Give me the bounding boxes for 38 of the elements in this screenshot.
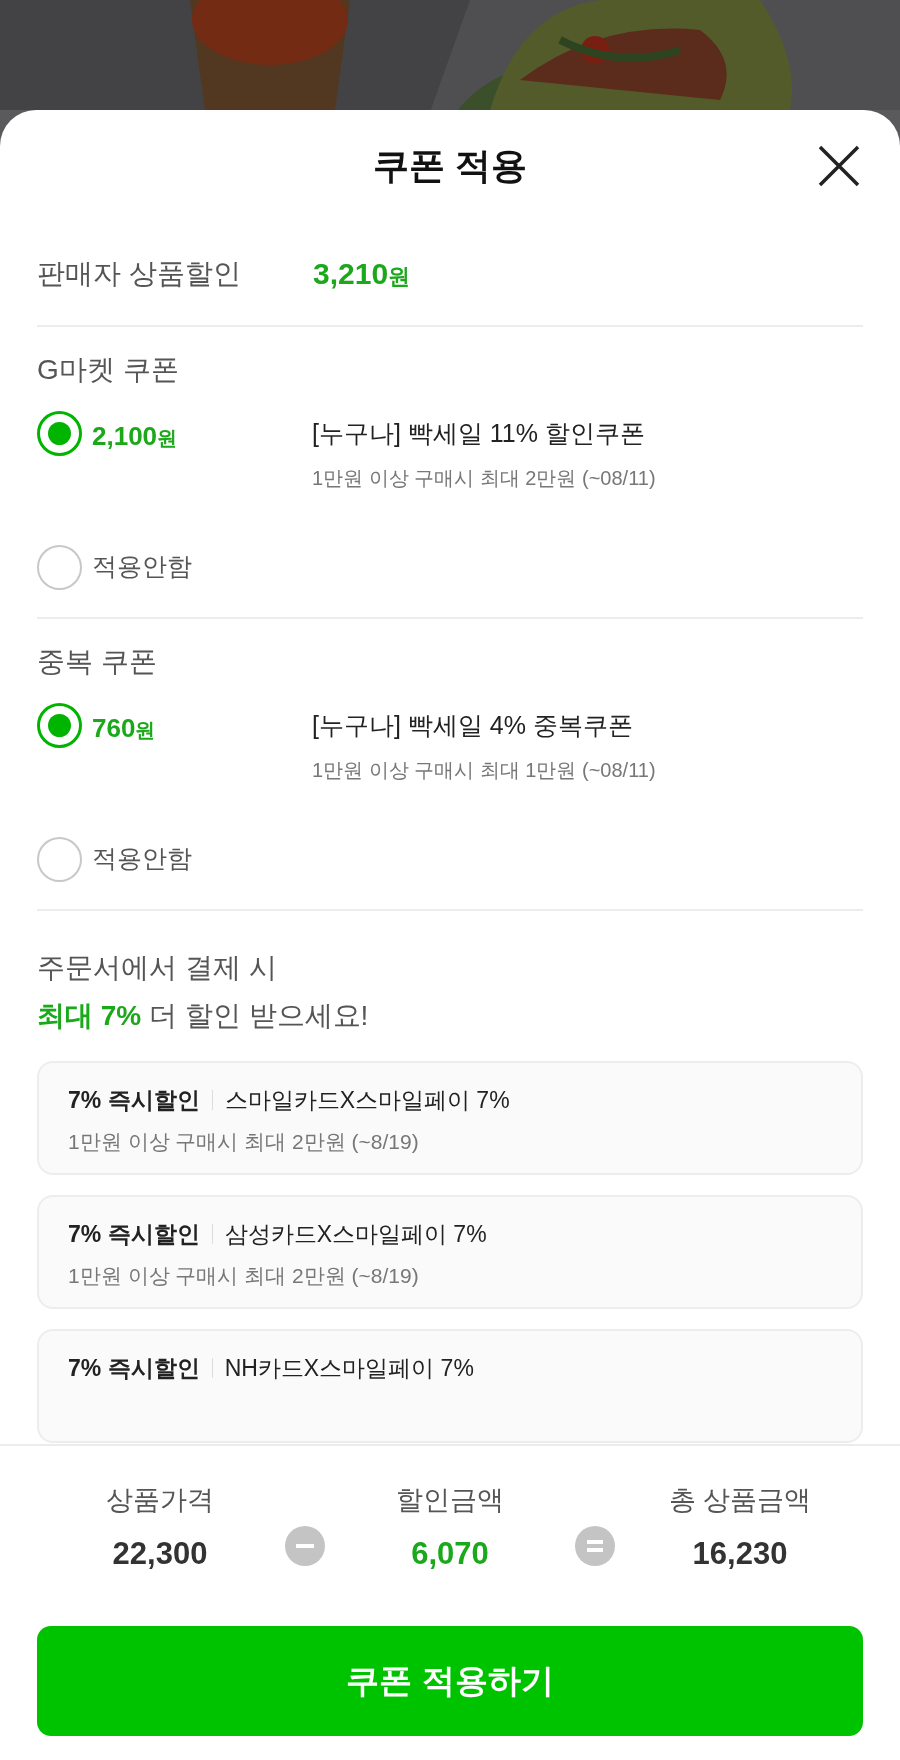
radio-button[interactable] (37, 544, 82, 590)
offer-name: 삼성카드X스마일페이 7% (224, 1220, 487, 1249)
summary-label: 총 상품금액 (668, 1484, 812, 1517)
offer-condition: 1만원 이상 구매시 최대 2만원 (~8/19) (68, 1128, 420, 1155)
no-coupon-label: 적용안함 (92, 551, 192, 583)
equals-icon (575, 1526, 615, 1566)
offer-tag: 7% 즉시할인 (68, 1217, 200, 1252)
radio-button[interactable] (37, 836, 82, 882)
offer-tag: 7% 즉시할인 (68, 1083, 200, 1118)
coupon-condition: 1만원 이상 구매시 최대 1만원 (~08/11) (312, 757, 656, 783)
promo-text: 주문서에서 결제 시 (37, 951, 278, 985)
summary-label: 상품가격 (106, 1484, 214, 1517)
coupon-name: [누구나] 빡세일 11% 할인쿠폰 (312, 418, 646, 449)
summary-value: 22,300 (112, 1534, 208, 1573)
no-coupon-label: 적용안함 (92, 843, 192, 875)
coupon-name: [누구나] 빡세일 4% 중복쿠폰 (312, 710, 634, 741)
summary-value: 16,230 (692, 1534, 788, 1573)
offer-name: NH카드X스마일페이 7% (224, 1354, 474, 1383)
card-offer[interactable]: 7% 즉시할인 NH카드X스마일페이 7% (37, 1329, 863, 1443)
offer-name: 스마일카드X스마일페이 7% (224, 1086, 510, 1115)
coupon-amount: 760원 (92, 712, 157, 745)
offer-tag: 7% 즉시할인 (68, 1351, 200, 1386)
coupon-condition: 1만원 이상 구매시 최대 2만원 (~08/11) (312, 465, 656, 491)
radio-button[interactable] (37, 411, 82, 456)
promo-text: 최대 7% 더 할인 받으세요! (37, 999, 370, 1033)
seller-discount-label: 판매자 상품할인 (37, 256, 242, 291)
coupon-group-title: G마켓 쿠폰 (37, 353, 180, 387)
summary-value: 6,070 (411, 1534, 489, 1573)
offer-condition: 1만원 이상 구매시 최대 2만원 (~8/19) (68, 1262, 420, 1289)
radio-button[interactable] (37, 703, 82, 748)
coupon-amount: 2,100원 (92, 420, 179, 453)
card-offer[interactable]: 7% 즉시할인 스마일카드X스마일페이 7% 1만원 이상 구매시 최대 2만원 (~8/19) (37, 1061, 863, 1175)
minus-icon (285, 1526, 325, 1566)
coupon-group-title: 중복 쿠폰 (37, 645, 158, 679)
summary-label: 할인금액 (396, 1484, 504, 1517)
sheet-title: 쿠폰 적용 (373, 144, 527, 188)
seller-discount-amount: 3,210원 (313, 256, 411, 292)
card-offer[interactable]: 7% 즉시할인 삼성카드X스마일페이 7% 1만원 이상 구매시 최대 2만원 (~8/19) (37, 1195, 863, 1309)
